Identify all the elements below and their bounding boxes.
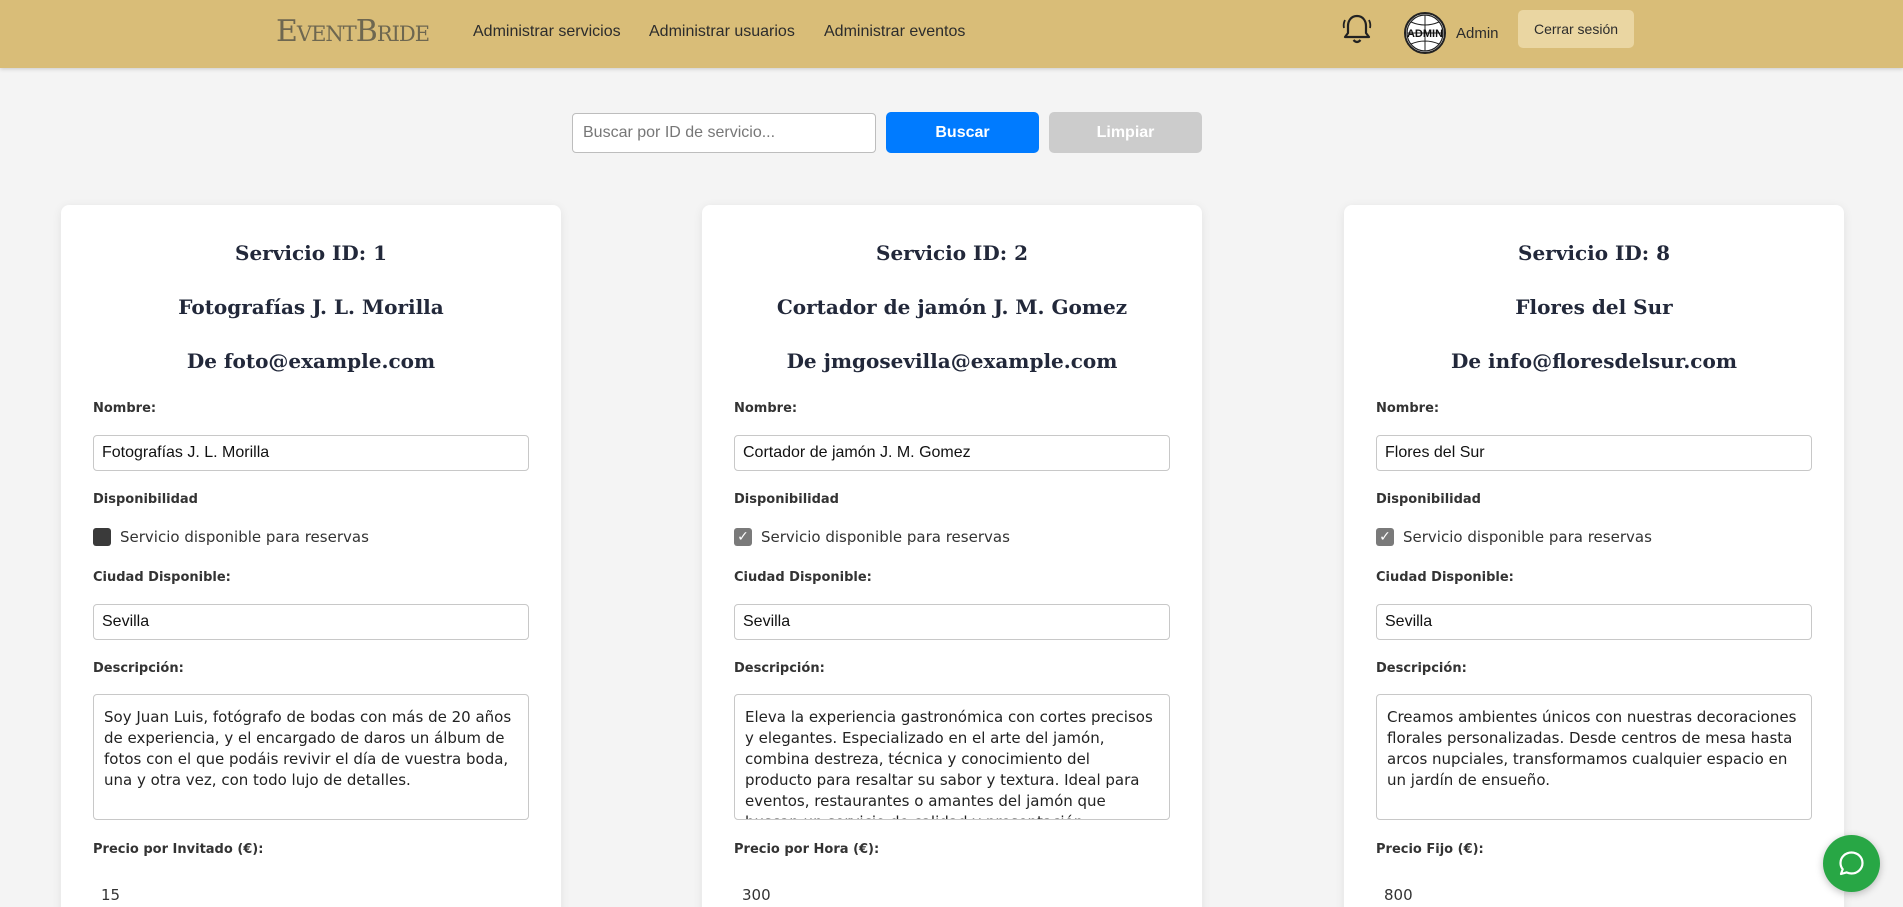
ciudad-input[interactable]: Sevilla — [93, 604, 529, 640]
ciudad-input[interactable]: Sevilla — [1376, 604, 1812, 640]
descripcion-label: Descripción: — [734, 661, 825, 676]
chat-button[interactable] — [1823, 835, 1880, 892]
service-id-heading: Servicio ID: 1 — [235, 241, 387, 265]
ciudad-label: Ciudad Disponible: — [93, 570, 231, 585]
eventbride-logo[interactable]: EventBride — [276, 10, 430, 54]
service-card: Servicio ID: 8 Flores del Sur De info@fl… — [1344, 205, 1844, 907]
service-id-heading: Servicio ID: 8 — [1518, 241, 1670, 265]
nav-administrar-usuarios[interactable]: Administrar usuarios — [649, 23, 795, 41]
service-name-heading: Fotografías J. L. Morilla — [178, 295, 444, 319]
service-card: Servicio ID: 2 Cortador de jamón J. M. G… — [702, 205, 1202, 907]
service-email-heading: De jmgosevilla@example.com — [786, 349, 1118, 373]
precio-value[interactable]: 300 — [742, 886, 771, 904]
availability-checkbox-label: Servicio disponible para reservas — [1403, 528, 1652, 546]
disponibilidad-label: Disponibilidad — [1376, 492, 1481, 507]
precio-value[interactable]: 800 — [1384, 886, 1413, 904]
descripcion-textarea[interactable]: Eleva la experiencia gastronómica con co… — [734, 694, 1170, 820]
availability-checkbox-label: Servicio disponible para reservas — [120, 528, 369, 546]
service-name-heading: Cortador de jamón J. M. Gomez — [776, 295, 1128, 319]
precio-label: Precio por Hora (€): — [734, 842, 880, 857]
chat-bubble-icon — [1839, 851, 1864, 876]
clear-button: Limpiar — [1049, 112, 1202, 153]
availability-checkbox[interactable]: ✓ — [1376, 528, 1394, 546]
service-email-heading: De info@floresdelsur.com — [1451, 349, 1737, 373]
nav-administrar-eventos[interactable]: Administrar eventos — [824, 23, 965, 41]
nombre-input[interactable]: Fotografías J. L. Morilla — [93, 435, 529, 471]
descripcion-textarea[interactable]: Creamos ambientes únicos con nuestras de… — [1376, 694, 1812, 820]
logout-button[interactable]: Cerrar sesión — [1518, 10, 1634, 48]
nav-administrar-servicios[interactable]: Administrar servicios — [473, 23, 621, 41]
ciudad-label: Ciudad Disponible: — [1376, 570, 1514, 585]
service-card: Servicio ID: 1 Fotografías J. L. Morilla… — [61, 205, 561, 907]
service-id-heading: Servicio ID: 2 — [876, 241, 1028, 265]
descripcion-label: Descripción: — [93, 661, 184, 676]
disponibilidad-label: Disponibilidad — [93, 492, 198, 507]
avatar-text: ADMIN — [1407, 28, 1443, 40]
availability-checkbox-label: Servicio disponible para reservas — [761, 528, 1010, 546]
admin-avatar[interactable]: ADMIN — [1404, 12, 1446, 54]
availability-checkbox[interactable] — [93, 528, 111, 546]
ciudad-input[interactable]: Sevilla — [734, 604, 1170, 640]
descripcion-label: Descripción: — [1376, 661, 1467, 676]
disponibilidad-label: Disponibilidad — [734, 492, 839, 507]
nombre-label: Nombre: — [1376, 401, 1440, 416]
ciudad-label: Ciudad Disponible: — [734, 570, 872, 585]
availability-checkbox[interactable]: ✓ — [734, 528, 752, 546]
nombre-input[interactable]: Cortador de jamón J. M. Gomez — [734, 435, 1170, 471]
search-button[interactable]: Buscar — [886, 112, 1039, 153]
service-email-heading: De foto@example.com — [186, 349, 436, 373]
precio-value[interactable]: 15 — [101, 886, 120, 904]
service-id-search-input[interactable] — [572, 113, 876, 153]
nombre-label: Nombre: — [93, 401, 157, 416]
user-name-label: Admin — [1456, 25, 1499, 42]
precio-label: Precio Fijo (€): — [1376, 842, 1484, 857]
descripcion-textarea[interactable]: Soy Juan Luis, fotógrafo de bodas con má… — [93, 694, 529, 820]
service-name-heading: Flores del Sur — [1515, 295, 1673, 319]
nombre-label: Nombre: — [734, 401, 798, 416]
bell-icon[interactable] — [1341, 12, 1373, 46]
nombre-input[interactable]: Flores del Sur — [1376, 435, 1812, 471]
precio-label: Precio por Invitado (€): — [93, 842, 264, 857]
top-navbar: EventBride Administrar servicios Adminis… — [0, 0, 1903, 68]
